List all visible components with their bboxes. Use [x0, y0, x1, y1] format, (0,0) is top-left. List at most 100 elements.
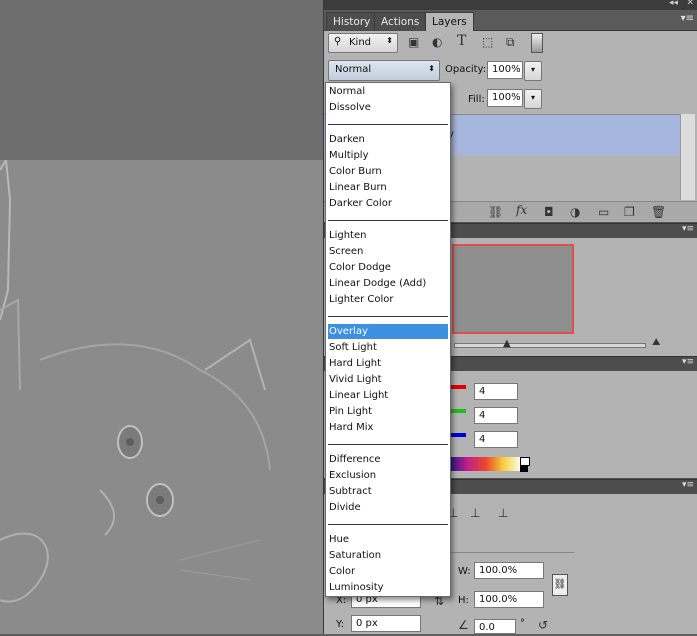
new-group-icon[interactable]: ▭	[598, 205, 609, 219]
blend-mode-option-hue[interactable]: Hue	[328, 532, 448, 547]
blend-mode-option-color-burn[interactable]: Color Burn	[328, 164, 448, 179]
blend-mode-option-linear-dodge-add[interactable]: Linear Dodge (Add)	[328, 276, 448, 291]
filter-kind-label: Kind	[349, 37, 372, 48]
red-value-input[interactable]: 4	[474, 383, 518, 400]
blend-mode-option-saturation[interactable]: Saturation	[328, 548, 448, 563]
filter-kind-select[interactable]: ⚲ Kind ⬍	[328, 33, 398, 53]
cat-image	[0, 160, 323, 634]
close-panels-icon[interactable]: ✕	[686, 0, 694, 8]
add-mask-icon[interactable]: ◘	[544, 205, 554, 219]
y-input[interactable]: 0 px	[351, 615, 421, 632]
distribute-middle-icon[interactable]: ⊥	[498, 506, 508, 520]
blend-mode-option-normal[interactable]: Normal	[328, 84, 448, 99]
distribute-top-icon[interactable]: ⊥	[470, 506, 480, 520]
menu-separator	[328, 524, 448, 525]
blend-mode-option-overlay[interactable]: Overlay	[328, 324, 448, 339]
blend-mode-option-lighter-color[interactable]: Lighter Color	[328, 292, 448, 307]
blend-mode-menu[interactable]: Normal Dissolve Darken Multiply Color Burn Li…	[325, 82, 451, 597]
blue-slider[interactable]	[450, 433, 466, 437]
link-layers-icon[interactable]: ⛓	[488, 205, 503, 219]
menu-separator	[328, 220, 448, 221]
updown-arrows-icon: ⬍	[428, 64, 435, 73]
zoom-in-icon[interactable]: ⛰	[652, 337, 660, 348]
collapse-panels-icon[interactable]: ◂◂	[669, 0, 678, 8]
blend-mode-option-dissolve[interactable]: Dissolve	[328, 100, 448, 115]
green-slider[interactable]	[450, 409, 466, 413]
opacity-label: Opacity:	[445, 64, 487, 75]
blend-mode-option-vivid-light[interactable]: Vivid Light	[328, 372, 448, 387]
blend-mode-option-lighten[interactable]: Lighten	[328, 228, 448, 243]
pixel-layer-filter-icon[interactable]: ▣	[408, 35, 419, 49]
blend-mode-option-color[interactable]: Color	[328, 564, 448, 579]
adjustment-layer-icon[interactable]: ◑	[570, 205, 580, 219]
blue-value-input[interactable]: 4	[474, 431, 518, 448]
black-swatch[interactable]	[520, 465, 528, 472]
blend-mode-option-multiply[interactable]: Multiply	[328, 148, 448, 163]
y-label: Y:	[336, 619, 345, 630]
filter-toggle-switch[interactable]	[531, 33, 543, 53]
zoom-slider-thumb[interactable]: ▲	[503, 338, 511, 349]
menu-separator	[328, 316, 448, 317]
layers-scrollbar[interactable]	[680, 114, 695, 200]
height-input[interactable]: 100.0%	[474, 591, 544, 608]
degree-sign: °	[520, 618, 525, 629]
blend-mode-option-subtract[interactable]: Subtract	[328, 484, 448, 499]
canvas-image[interactable]	[0, 160, 323, 634]
shape-layer-filter-icon[interactable]: ⬚	[482, 35, 493, 49]
angle-icon: ∠	[458, 618, 469, 632]
blend-mode-option-pin-light[interactable]: Pin Light	[328, 404, 448, 419]
menu-separator	[328, 444, 448, 445]
reset-rotation-icon[interactable]: ↺	[538, 618, 548, 632]
zoom-slider-track[interactable]	[454, 343, 646, 348]
blend-mode-option-soft-light[interactable]: Soft Light	[328, 340, 448, 355]
updown-arrows-icon: ⬍	[386, 36, 393, 45]
red-slider[interactable]	[450, 385, 466, 389]
color-spectrum[interactable]	[450, 457, 522, 471]
blend-mode-option-screen[interactable]: Screen	[328, 244, 448, 259]
blend-mode-option-darken[interactable]: Darken	[328, 132, 448, 147]
layers-tabbar: History Actions Layers ▾≡	[324, 10, 697, 31]
menu-separator	[328, 124, 448, 125]
trash-icon[interactable]: 🗑	[651, 205, 666, 219]
blend-mode-option-hard-mix[interactable]: Hard Mix	[328, 420, 448, 435]
panel-menu-icon[interactable]: ▾≡	[682, 357, 694, 367]
panel-menu-icon[interactable]: ▾≡	[681, 13, 694, 24]
panel-menu-icon[interactable]: ▾≡	[682, 480, 694, 490]
navigator-view-box[interactable]	[452, 244, 574, 334]
blend-mode-option-linear-light[interactable]: Linear Light	[328, 388, 448, 403]
new-layer-icon[interactable]: ❐	[624, 205, 635, 219]
panel-header-strip: ◂◂ ✕	[324, 0, 697, 10]
fx-icon[interactable]: fx	[516, 203, 527, 217]
adjustment-layer-filter-icon[interactable]: ◐	[432, 35, 442, 49]
angle-input[interactable]: 0.0	[474, 619, 516, 634]
smart-object-filter-icon[interactable]: ⧉	[506, 35, 515, 50]
blend-mode-option-luminosity[interactable]: Luminosity	[328, 580, 448, 595]
blend-mode-option-exclusion[interactable]: Exclusion	[328, 468, 448, 483]
fill-dropdown-button[interactable]: ▾	[524, 89, 542, 109]
opacity-input[interactable]: 100%	[487, 61, 523, 79]
panel-menu-icon[interactable]: ▾≡	[682, 224, 694, 234]
type-layer-filter-icon[interactable]: T	[457, 33, 466, 49]
w-label: W:	[458, 566, 471, 577]
link-proportions-icon[interactable]: ⛓	[552, 574, 568, 596]
blend-mode-select[interactable]: Normal ⬍	[328, 60, 440, 81]
blend-mode-option-linear-burn[interactable]: Linear Burn	[328, 180, 448, 195]
blend-mode-value: Normal	[335, 64, 372, 75]
green-value-input[interactable]: 4	[474, 407, 518, 424]
divider	[448, 552, 574, 553]
opacity-dropdown-button[interactable]: ▾	[524, 61, 542, 81]
tab-layers[interactable]: Layers	[425, 12, 474, 31]
fill-input[interactable]: 100%	[487, 89, 523, 107]
fill-label: Fill:	[468, 94, 485, 105]
tab-history[interactable]: History	[326, 12, 378, 31]
search-icon: ⚲	[334, 36, 342, 47]
blend-mode-option-hard-light[interactable]: Hard Light	[328, 356, 448, 371]
blend-mode-option-divide[interactable]: Divide	[328, 500, 448, 515]
blend-mode-option-color-dodge[interactable]: Color Dodge	[328, 260, 448, 275]
tab-actions[interactable]: Actions	[374, 12, 427, 31]
blend-mode-option-darker-color[interactable]: Darker Color	[328, 196, 448, 211]
blend-mode-option-difference[interactable]: Difference	[328, 452, 448, 467]
h-label: H:	[458, 595, 469, 606]
width-input[interactable]: 100.0%	[474, 562, 544, 579]
canvas-background	[0, 0, 323, 160]
